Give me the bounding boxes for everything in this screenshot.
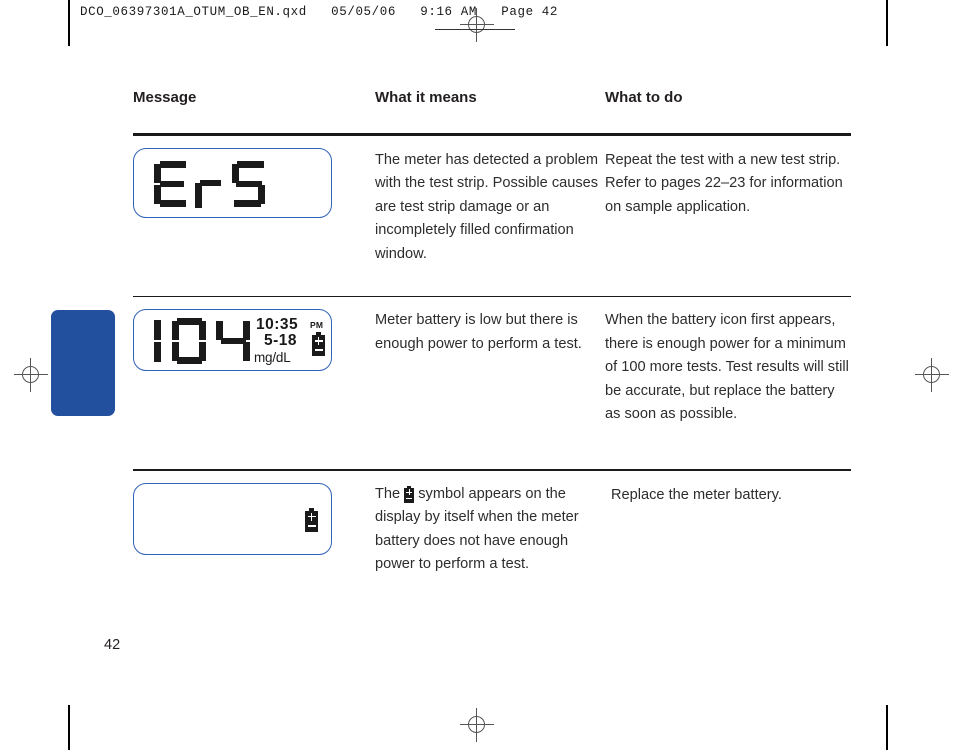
segment-digit-1 (148, 318, 162, 364)
registration-mark-bottom (460, 708, 494, 742)
segment-digit-E (154, 160, 188, 207)
registration-mark-right (915, 358, 949, 392)
table-header-row: Message What it means What to do (133, 85, 851, 133)
slug-underline (435, 29, 515, 30)
table-row: The meter has detected a problem with th… (133, 136, 851, 296)
error-messages-table: Message What it means What to do The met… (133, 85, 851, 621)
meter-display-battery-only (133, 482, 332, 555)
segment-digit-5 (232, 160, 266, 207)
table-row: The symbol appears on the display by its… (133, 471, 851, 621)
what-to-do-text: Replace the meter battery. (611, 486, 782, 503)
meter-display-reading: 10:35 PM 5-18 mg/dL (133, 309, 332, 372)
column-header-message: Message (133, 89, 197, 106)
what-it-means-cell: The symbol appears on the display by its… (375, 471, 605, 621)
message-cell: 10:35 PM 5-18 mg/dL (133, 297, 375, 469)
meter-meridiem: PM (310, 320, 324, 331)
crop-mark-top-right (886, 0, 888, 46)
segment-digit-r (195, 179, 221, 208)
meter-date: 5-18 (264, 332, 298, 350)
what-it-means-text: The symbol appears on the display by its… (375, 471, 605, 577)
what-it-means-cell: The meter has detected a problem with th… (375, 136, 605, 296)
battery-icon (305, 507, 318, 532)
what-to-do-cell: Repeat the test with a new test strip. R… (605, 136, 851, 296)
what-to-do-cell: When the battery icon first appears, the… (605, 297, 851, 469)
segment-digit-4 (216, 318, 250, 364)
crop-mark-top-left (68, 0, 70, 46)
segment-digit-0 (172, 318, 206, 365)
meter-units: mg/dL (254, 350, 291, 366)
crop-mark-bottom-left (68, 705, 70, 750)
column-header-what-to-do: What to do (605, 89, 683, 106)
battery-icon (312, 332, 325, 357)
message-cell (133, 471, 375, 621)
table-row: 10:35 PM 5-18 mg/dL Meter battery is low… (133, 297, 851, 469)
what-it-means-cell: Meter battery is low but there is enough… (375, 297, 605, 469)
column-header-what-it-means: What it means (375, 89, 477, 106)
chapter-tab-marker (51, 310, 115, 416)
what-it-means-text-pre: The (375, 485, 405, 502)
what-to-do-text: Repeat the test with a new test strip. R… (605, 151, 843, 215)
message-cell (133, 136, 375, 296)
what-it-means-text: The meter has detected a problem with th… (375, 151, 599, 262)
battery-icon-inline (404, 485, 415, 503)
crop-mark-bottom-right (886, 705, 888, 750)
what-to-do-cell: Replace the meter battery. (605, 471, 851, 621)
meter-display-er5 (133, 147, 332, 218)
document-slug-line: DCO_06397301A_OTUM_OB_EN.qxd 05/05/06 9:… (80, 5, 558, 19)
registration-mark-left (14, 358, 48, 392)
page-number: 42 (104, 637, 121, 653)
what-it-means-text: Meter battery is low but there is enough… (375, 312, 582, 352)
what-to-do-text: When the battery icon first appears, the… (605, 312, 849, 423)
